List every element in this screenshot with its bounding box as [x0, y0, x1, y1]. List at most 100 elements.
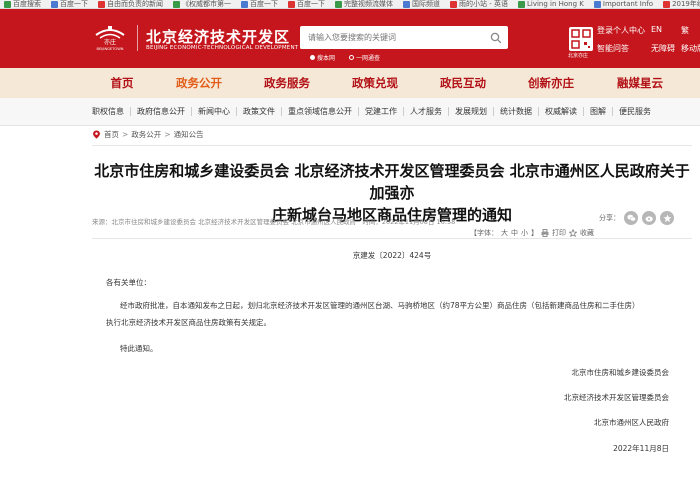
- main-nav-item[interactable]: 政策兑现: [335, 75, 415, 91]
- qr-code-icon[interactable]: [569, 27, 593, 51]
- radio-selected-icon: [310, 55, 315, 60]
- bookmark-favicon-icon: [335, 0, 342, 8]
- body-line-1: 经市政府批准，自本通知发布之日起，划归北京经济技术开发区管理的通州区台湖、马驹桥…: [120, 301, 640, 310]
- sub-nav-item[interactable]: 重点领域信息公开: [288, 106, 352, 117]
- bookmark-favicon-icon: [288, 0, 295, 8]
- search-input[interactable]: [300, 26, 484, 49]
- sub-nav-item[interactable]: 便民服务: [619, 106, 651, 117]
- scope-site-label: 搜本网: [317, 55, 336, 62]
- bookmark-item[interactable]: 百度一下: [284, 0, 331, 8]
- bookmark-item[interactable]: 《权威都市第一: [169, 0, 237, 8]
- sub-nav-divider: [493, 107, 494, 116]
- sub-nav-item[interactable]: 统计数据: [500, 106, 532, 117]
- bookmark-item[interactable]: 百度搜索: [0, 0, 47, 8]
- sub-nav-item[interactable]: 发展规划: [455, 106, 487, 117]
- sub-nav-item[interactable]: 新闻中心: [198, 106, 230, 117]
- bookmark-item[interactable]: 雨的小站 - 英语: [446, 0, 514, 8]
- sub-nav-divider: [583, 107, 584, 116]
- smart-qa-link[interactable]: 智能问答: [597, 43, 645, 54]
- salutation: 各有关单位：: [106, 278, 151, 287]
- site-title[interactable]: 北京经济技术开发区: [146, 26, 290, 47]
- sub-nav-item[interactable]: 党建工作: [365, 106, 397, 117]
- source-label: 来源：: [92, 218, 112, 226]
- main-nav-item[interactable]: 融媒星云: [600, 75, 680, 91]
- font-size-medium[interactable]: 中: [511, 228, 518, 238]
- article-title-line-1: 北京市住房和城乡建设委员会 北京经济技术开发区管理委员会 北京市通州区人民政府关…: [94, 162, 690, 202]
- sub-nav-item[interactable]: 政策文件: [243, 106, 275, 117]
- sub-nav: 职权信息 政府信息公开 新闻中心 政策文件 重点领域信息公开 党建工作 人才服务 发展规划 统计…: [0, 98, 700, 126]
- scope-site[interactable]: 搜本网: [310, 53, 335, 62]
- signature-housing-commission: 北京市住房和城乡建设委员会: [571, 368, 670, 377]
- location-pin-icon: [93, 129, 100, 139]
- sub-nav-item[interactable]: 政府信息公开: [137, 106, 185, 117]
- sub-nav-item[interactable]: 图解: [590, 106, 606, 117]
- sub-nav-item[interactable]: 职权信息: [92, 106, 124, 117]
- wechat-share-icon[interactable]: [624, 211, 638, 225]
- article-meta: 来源：北京市住房和城乡建设委员会 北京经济技术开发区管理委员会 北京市通州区人民…: [92, 216, 455, 226]
- bookmark-label: 国际频道: [412, 0, 440, 8]
- breadcrumb-separator: >: [164, 129, 171, 139]
- bookmark-item[interactable]: 百度一下: [237, 0, 284, 8]
- breadcrumb-gov-affairs[interactable]: 政务公开: [131, 129, 161, 140]
- bookmark-item[interactable]: 国际频道: [399, 0, 446, 8]
- bookmark-item[interactable]: 自由而负责的新闻: [94, 0, 169, 8]
- more-share-icon[interactable]: [660, 211, 674, 225]
- font-size-small[interactable]: 小: [521, 228, 528, 238]
- bookmark-label: Important Info: [602, 0, 654, 8]
- traditional-link[interactable]: 繁: [681, 25, 700, 36]
- main-nav-item[interactable]: 政务服务: [247, 75, 327, 91]
- sub-nav-divider: [538, 107, 539, 116]
- main-nav-item[interactable]: 首页: [82, 75, 162, 91]
- bookmark-item[interactable]: 百度一下: [47, 0, 94, 8]
- scope-all[interactable]: 一网通查: [349, 53, 380, 62]
- search-icon: [490, 32, 502, 43]
- bookmark-item[interactable]: 2019年经济学人: [659, 0, 700, 8]
- sub-nav-item[interactable]: 人才服务: [410, 106, 442, 117]
- bookmark-item[interactable]: 完整视频流媒体: [331, 0, 399, 8]
- bookmark-favicon-icon: [663, 0, 671, 8]
- bookmark-label: 完整视频流媒体: [344, 0, 393, 8]
- bookmark-label: Living in Hong K: [526, 0, 584, 8]
- main-nav-item[interactable]: 创新亦庄: [511, 75, 591, 91]
- bookmark-label: 《权威都市第一: [182, 0, 231, 8]
- logo-cn-text: 亦庄: [104, 38, 116, 46]
- search-scope: 搜本网 一网通查: [310, 53, 380, 62]
- favorite-button[interactable]: 收藏: [580, 228, 594, 238]
- search-box: [300, 26, 508, 49]
- font-size-large[interactable]: 大: [501, 228, 508, 238]
- weibo-share-icon[interactable]: [642, 211, 656, 225]
- bookmark-favicon-icon: [241, 0, 248, 8]
- site-header: 亦庄 BEIJINGETOWN 北京经济技术开发区 BEIJING ECONOM…: [0, 9, 700, 68]
- closing-text: 特此通知。: [120, 344, 158, 353]
- bookmark-label: 2019年经济学人: [672, 0, 700, 8]
- search-button[interactable]: [484, 26, 508, 49]
- bookmark-favicon-icon: [403, 0, 410, 8]
- article-tools: 【字体： 大 中 小 】 打印 收藏: [470, 228, 594, 238]
- bookmark-item[interactable]: Living in Hong K: [514, 0, 590, 8]
- main-nav-item[interactable]: 政民互动: [423, 75, 503, 91]
- qr-caption: 北京亦庄: [568, 53, 589, 59]
- sub-nav-item[interactable]: 权威解读: [545, 106, 577, 117]
- sub-nav-divider: [130, 107, 131, 116]
- main-nav-item[interactable]: 政务公开: [159, 75, 239, 91]
- site-logo-icon[interactable]: 亦庄 BEIJINGETOWN: [90, 23, 130, 51]
- body-line-2: 执行北京经济技术开发区商品住房政策有关规定。: [106, 318, 271, 327]
- login-link[interactable]: 登录个人中心: [597, 25, 645, 36]
- mobile-link[interactable]: 移动版: [681, 43, 700, 54]
- logo-divider: [137, 25, 138, 51]
- breadcrumb-home[interactable]: 首页: [104, 129, 119, 140]
- time-value: 2022年11月08日 16:58: [381, 218, 456, 226]
- share-bar: 分享：: [599, 211, 674, 225]
- bookmark-label: 百度一下: [60, 0, 88, 8]
- bookmark-item[interactable]: Important Info: [590, 0, 659, 8]
- breadcrumb: 首页 > 政务公开 > 通知公告: [92, 128, 204, 140]
- main-nav: 首页 政务公开 政务服务 政策兑现 政民互动 创新亦庄 融媒星云: [0, 68, 700, 98]
- signature-date: 2022年11月8日: [613, 444, 669, 453]
- signature-development-zone: 北京经济技术开发区管理委员会: [564, 393, 669, 402]
- breadcrumb-notices[interactable]: 通知公告: [174, 129, 204, 140]
- bookmark-favicon-icon: [51, 0, 58, 8]
- accessibility-link[interactable]: 无障碍: [651, 43, 675, 54]
- english-link[interactable]: EN: [651, 25, 675, 36]
- bookmark-label: 自由而负责的新闻: [107, 0, 163, 8]
- print-button[interactable]: 打印: [552, 228, 566, 238]
